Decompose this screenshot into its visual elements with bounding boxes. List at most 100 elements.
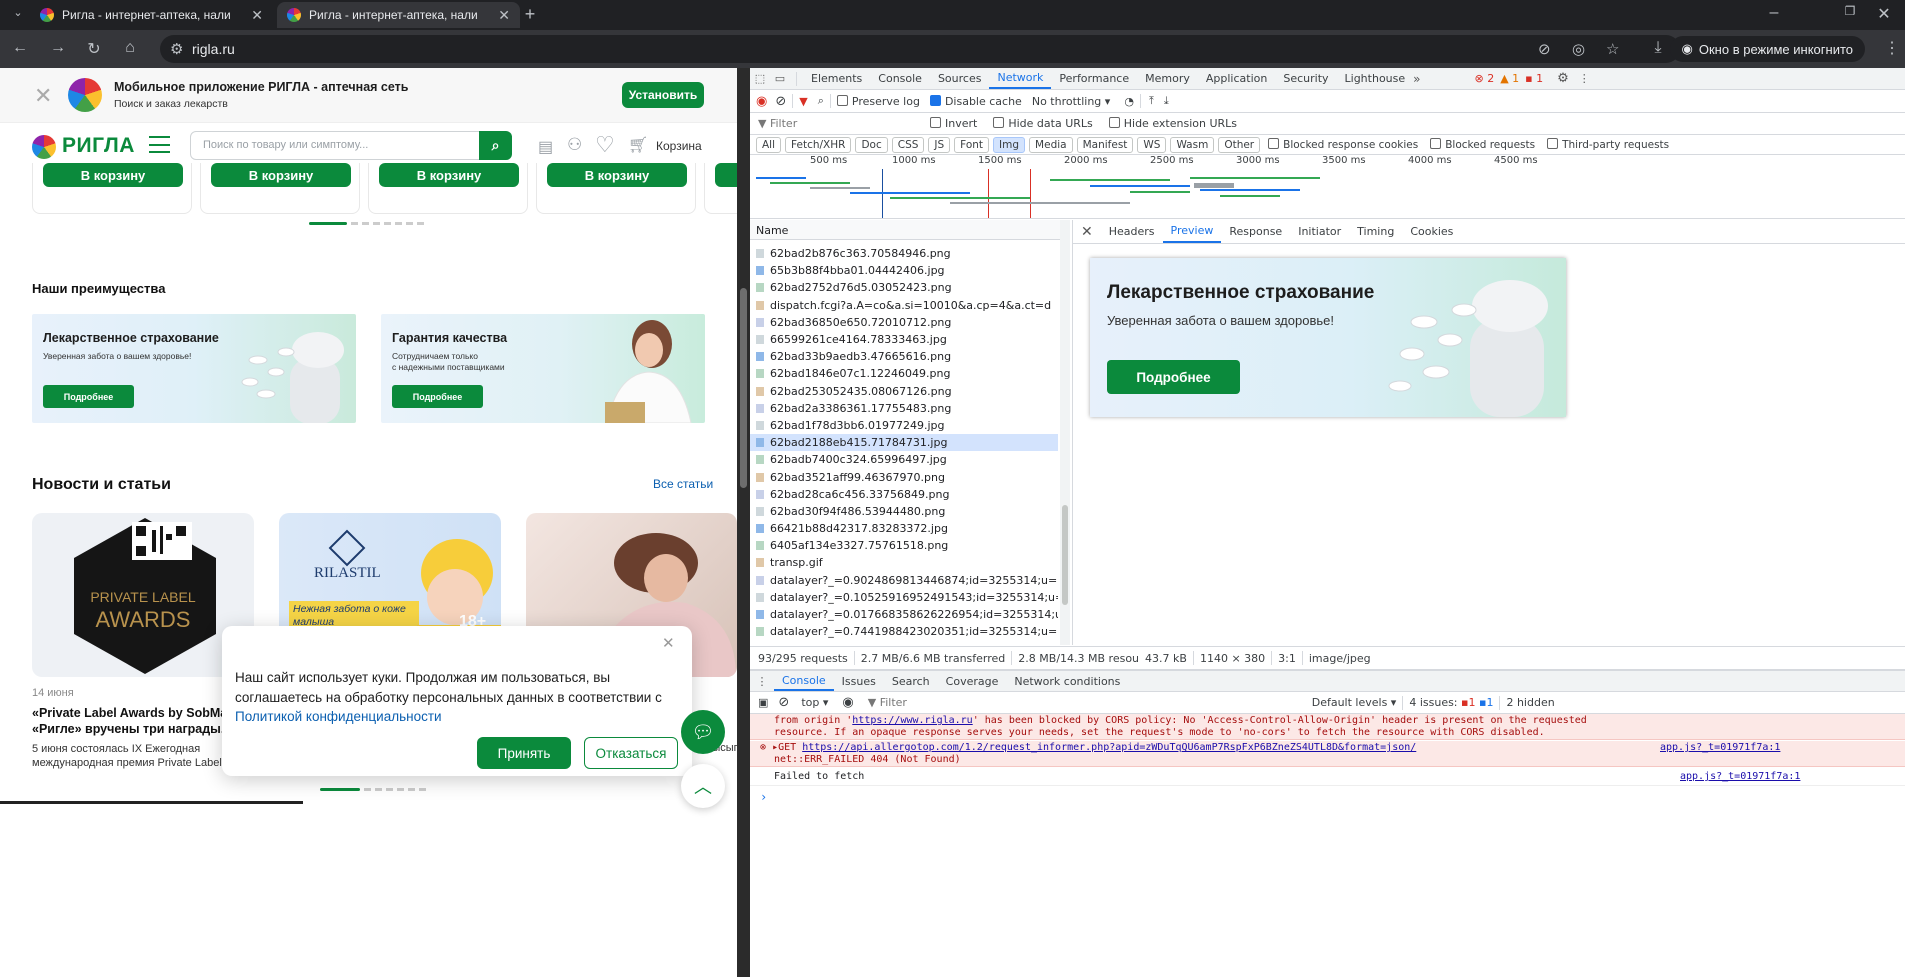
tab-network[interactable]: Network [989,68,1052,89]
more-button[interactable]: Подробнее [392,385,483,408]
console-filter-input[interactable]: ▼ Filter [868,696,1288,709]
network-overview[interactable]: 500 ms 1000 ms 1500 ms 2000 ms 2500 ms 3… [750,155,1905,219]
tab-initiator[interactable]: Initiator [1290,220,1349,243]
rigla-logo-icon[interactable] [32,135,56,159]
news-card-image[interactable]: PRIVATE LABEL AWARDS [32,513,254,677]
error-badge-icon[interactable]: ⊗ 2 [1474,72,1494,85]
request-row[interactable]: 66421b88d42317.83283372.jpg [750,520,1058,537]
request-row[interactable]: 62bad2b876c363.70584946.png [750,245,1058,262]
console-prompt[interactable]: › [760,790,767,804]
home-icon[interactable]: ⌂ [116,39,144,57]
type-filter-manifest[interactable]: Manifest [1076,136,1134,153]
eye-off-icon[interactable]: ⊘ [1538,40,1551,58]
type-filter-img[interactable]: Img [993,136,1026,153]
request-row[interactable]: 62bad28ca6c456.33756849.png [750,486,1058,503]
filter-funnel-icon[interactable]: ▼ [799,95,807,108]
add-to-cart-button[interactable] [715,163,737,187]
drawer-tab-issues[interactable]: Issues [834,671,884,691]
install-app-button[interactable]: Установить [622,82,704,108]
tab-headers[interactable]: Headers [1101,220,1163,243]
throttling-select[interactable]: No throttling ▾ [1032,95,1110,108]
drawer-menu-icon[interactable]: ⋮ [750,675,774,688]
issues-badge-icon[interactable]: ▪ 1 [1525,72,1543,85]
tab-timing[interactable]: Timing [1349,220,1402,243]
more-button[interactable]: Подробнее [43,385,134,408]
drawer-tab-coverage[interactable]: Coverage [938,671,1007,691]
clear-icon[interactable]: ⊘ [775,94,786,109]
cart-icon[interactable]: 🛒︎ [628,135,648,155]
request-row[interactable]: datalayer?_=0.017668358626226954;id=3255… [750,606,1058,623]
tab-response[interactable]: Response [1221,220,1290,243]
request-row[interactable]: 62bad1f78d3bb6.01977249.jpg [750,417,1058,434]
warning-badge-icon[interactable]: ▲ 1 [1500,72,1519,85]
tab-console[interactable]: Console [870,68,930,89]
request-row[interactable]: 62badb7400c324.65996497.jpg [750,451,1058,468]
maximize-icon[interactable]: ❐ [1836,4,1864,18]
live-expression-eye-icon[interactable]: ◉ [842,695,853,710]
type-filter-other[interactable]: Other [1218,136,1261,153]
type-filter-wasm[interactable]: Wasm [1170,136,1215,153]
tab-security[interactable]: Security [1275,68,1336,89]
favorites-heart-icon[interactable]: ♡ [595,132,615,158]
devtools-menu-icon[interactable]: ⋮ [1579,72,1590,85]
address-bar[interactable]: ⚙ rigla.ru ⊘ ◎ ☆ [160,35,1680,63]
request-row[interactable]: 62bad2a3386361.17755483.png [750,400,1058,417]
advantage-card-quality[interactable]: Гарантия качества Сотрудничаем только с … [381,314,705,423]
type-filter-css[interactable]: CSS [891,136,925,153]
back-icon[interactable]: ← [6,39,34,57]
tab-search-icon[interactable]: ⌄ [4,6,32,19]
network-conditions-icon[interactable]: ◔ [1124,95,1134,108]
request-row[interactable]: datalayer?_=0.9024869813446874;id=325531… [750,572,1058,589]
bookmark-star-icon[interactable]: ☆ [1606,40,1619,58]
invert-checkbox[interactable]: Invert [930,117,977,130]
hamburger-menu-icon[interactable] [149,136,170,153]
context-select[interactable]: top ▾ [801,696,828,709]
scroll-up-icon[interactable]: ︿ [681,764,725,808]
add-to-cart-button[interactable]: В корзину [211,163,351,187]
request-row[interactable]: 66599261ce4164.78333463.jpg [750,331,1058,348]
add-to-cart-button[interactable]: В корзину [43,163,183,187]
blocked-cookies-checkbox[interactable]: Blocked response cookies [1268,138,1418,151]
request-row[interactable]: datalayer?_=0.10525916952491543;id=32553… [750,589,1058,606]
tab-elements[interactable]: Elements [803,68,870,89]
request-row[interactable]: 62bad33b9aedb3.47665616.png [750,348,1058,365]
request-row[interactable]: 62bad3521aff99.46367970.png [750,468,1058,485]
close-banner-icon[interactable]: ✕ [34,83,52,109]
tab-memory[interactable]: Memory [1137,68,1198,89]
reload-icon[interactable]: ↻ [80,39,108,59]
site-info-icon[interactable]: ⚙ [170,40,183,58]
request-row[interactable]: 62bad1846e07c1.12246049.png [750,365,1058,382]
third-party-checkbox[interactable]: Third-party requests [1547,138,1669,151]
request-row[interactable]: 62bad30f94f486.53944480.png [750,503,1058,520]
request-row[interactable]: 6405af134e3327.75761518.png [750,537,1058,554]
user-icon[interactable]: ⚇ [567,135,582,155]
forward-icon[interactable]: → [44,39,72,57]
request-row[interactable]: dispatch.fcgi?a.A=co&a.si=10010&a.cp=4&a… [750,297,1058,314]
type-filter-fetch[interactable]: Fetch/XHR [785,136,852,153]
request-row[interactable]: 65b3b88f4bba01.04442406.jpg [750,262,1058,279]
source-link[interactable]: app.js?_t=01971f7a:1 [1680,771,1800,782]
hide-data-urls-checkbox[interactable]: Hide data URLs [993,117,1093,130]
settings-gear-icon[interactable]: ⚙ [1557,71,1569,86]
chat-icon[interactable]: 💬︎ [681,710,725,754]
tab-sources[interactable]: Sources [930,68,990,89]
minimize-icon[interactable]: – [1760,4,1788,22]
type-filter-font[interactable]: Font [954,136,990,153]
incognito-indicator[interactable]: ◉ Окно в режиме инкогнито [1669,36,1865,62]
news-headline[interactable]: «Private Label Awards by SobMa «Ригле» в… [32,705,232,738]
disable-cache-checkbox[interactable]: Disable cache [929,94,1022,108]
new-tab-icon[interactable]: + [516,4,544,25]
tab-preview[interactable]: Preview [1162,220,1222,243]
inspect-element-icon[interactable]: ⬚ [750,72,770,85]
horizontal-scrollbar[interactable] [0,801,303,804]
issues-counter[interactable]: 4 issues: ▪1 ▪1 [1409,696,1493,709]
page-scrollbar[interactable] [737,68,750,977]
record-icon[interactable]: ◉ [756,94,767,109]
close-cookie-icon[interactable]: ✕ [662,634,675,652]
all-articles-link[interactable]: Все статьи [653,477,713,491]
name-column-header[interactable]: Name [750,220,1068,240]
request-row[interactable]: 62bad2752d76d5.03052423.png [750,279,1058,296]
preserve-log-checkbox[interactable]: Preserve log [836,94,920,108]
import-har-icon[interactable]: ⤒ [1149,94,1154,108]
type-filter-ws[interactable]: WS [1137,136,1167,153]
